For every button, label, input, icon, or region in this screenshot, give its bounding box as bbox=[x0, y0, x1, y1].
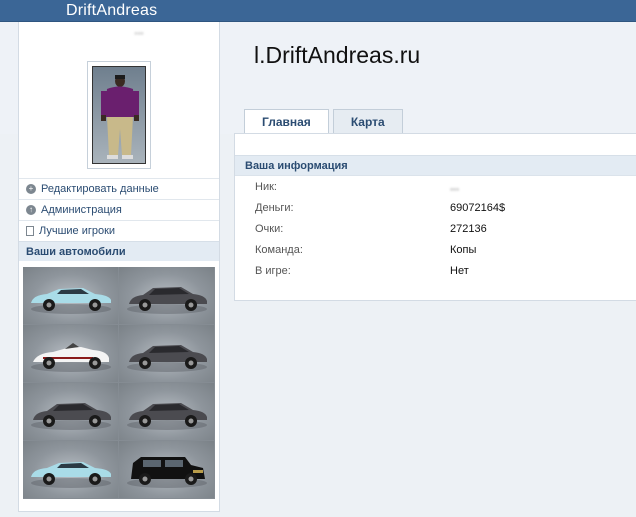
info-panel: Ваша информация Ник: ... Деньги: 6907216… bbox=[234, 133, 636, 301]
tab-main[interactable]: Главная bbox=[244, 109, 329, 135]
car-thumbnail[interactable] bbox=[119, 267, 215, 325]
tab-map[interactable]: Карта bbox=[332, 109, 403, 134]
car-thumbnail[interactable] bbox=[119, 325, 215, 383]
sidebar-menu: + Редактировать данные ↑ Администрация Л… bbox=[19, 178, 219, 261]
suv-car-icon bbox=[119, 457, 214, 498]
sidebar-item-label: Редактировать данные bbox=[41, 183, 159, 195]
sedan-car-icon bbox=[119, 403, 214, 440]
info-value: ... bbox=[450, 181, 460, 193]
info-value: Нет bbox=[450, 265, 469, 277]
sedan-car-icon bbox=[119, 345, 214, 382]
sidebar-item-label: Лучшие игроки bbox=[39, 225, 116, 237]
info-row-in-game: В игре: Нет bbox=[255, 265, 625, 281]
car-thumbnail[interactable] bbox=[119, 441, 215, 499]
site-brand[interactable]: DriftAndreas bbox=[66, 2, 157, 20]
sidebar-item-label: Администрация bbox=[41, 204, 122, 216]
info-row-team: Команда: Копы bbox=[255, 244, 625, 260]
tab-bar: Главная Карта bbox=[244, 109, 407, 135]
info-label: Команда: bbox=[255, 244, 303, 256]
info-label: Очки: bbox=[255, 223, 284, 235]
car-thumbnail[interactable] bbox=[23, 325, 119, 383]
info-value: 69072164$ bbox=[450, 202, 506, 214]
page-title: l.DriftAndreas.ru bbox=[254, 42, 421, 68]
sidebar-username: ... bbox=[134, 25, 144, 37]
sidebar-item-administration[interactable]: ↑ Администрация bbox=[19, 199, 219, 220]
info-value: Копы bbox=[450, 244, 477, 256]
avatar bbox=[87, 61, 151, 169]
plus-circle-icon: + bbox=[26, 184, 36, 194]
sports-car-icon bbox=[23, 462, 118, 498]
info-panel-title: Ваша информация bbox=[235, 155, 636, 176]
info-row-points: Очки: 272136 bbox=[255, 223, 625, 239]
sidebar-item-top-players[interactable]: Лучшие игроки bbox=[19, 220, 219, 241]
roadster-car-icon bbox=[23, 343, 118, 382]
sidebar: ... + Редактировать данные ↑ Администрац… bbox=[18, 22, 220, 512]
document-icon bbox=[26, 226, 34, 236]
arrow-up-circle-icon: ↑ bbox=[26, 205, 36, 215]
cars-section-title: Ваши автомобили bbox=[19, 241, 219, 261]
info-label: Деньги: bbox=[255, 202, 294, 214]
sports-car-icon bbox=[23, 288, 118, 324]
sedan-car-icon bbox=[119, 287, 214, 324]
sedan-car-icon bbox=[23, 403, 118, 440]
car-thumbnail[interactable] bbox=[119, 383, 215, 441]
car-thumbnail[interactable] bbox=[23, 383, 119, 441]
car-thumbnail[interactable] bbox=[23, 267, 119, 325]
info-label: В игре: bbox=[255, 265, 291, 277]
info-label: Ник: bbox=[255, 181, 277, 193]
info-row-money: Деньги: 69072164$ bbox=[255, 202, 625, 218]
top-bar: DriftAndreas bbox=[0, 0, 636, 22]
info-row-nick: Ник: ... bbox=[255, 181, 625, 197]
car-thumbnail[interactable] bbox=[23, 441, 119, 499]
cars-grid bbox=[23, 267, 215, 499]
info-value: 272136 bbox=[450, 223, 487, 235]
sidebar-item-edit-profile[interactable]: + Редактировать данные bbox=[19, 178, 219, 199]
character-skin-image bbox=[92, 66, 146, 164]
